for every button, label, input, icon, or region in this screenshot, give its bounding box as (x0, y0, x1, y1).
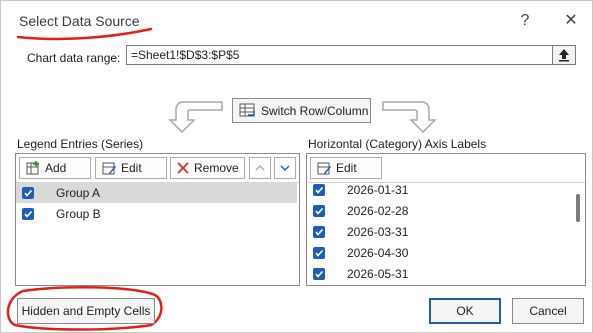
legend-item-group-b[interactable]: Group B (16, 203, 297, 224)
cancel-button[interactable]: Cancel (512, 298, 584, 324)
chevron-up-icon (255, 164, 265, 171)
edit-series-button[interactable]: Edit (95, 157, 167, 179)
remove-x-icon (177, 162, 189, 174)
axis-item[interactable]: 2026-03-31 (307, 221, 567, 242)
switch-left-arrow-icon (168, 101, 223, 134)
axis-item-label: 2026-01-31 (347, 182, 409, 197)
ok-button[interactable]: OK (429, 298, 501, 324)
move-down-button[interactable] (274, 157, 296, 179)
axis-item-label: 2026-04-30 (347, 245, 409, 260)
axis-item-label: 2026-03-31 (347, 224, 409, 239)
edit-axis-labels-button[interactable]: Edit (310, 157, 382, 179)
add-series-button[interactable]: Add (19, 157, 91, 179)
checkbox-checked-icon[interactable] (313, 183, 325, 196)
remove-series-button[interactable]: Remove (170, 157, 245, 179)
axis-item-label: 2026-02-28 (347, 203, 409, 218)
axis-list-scrollbar[interactable] (573, 186, 583, 283)
legend-item-label: Group B (56, 206, 101, 221)
edit-icon (317, 162, 331, 175)
collapse-range-button[interactable] (552, 45, 576, 65)
axis-item[interactable]: 2026-04-30 (307, 242, 567, 263)
edit-series-label: Edit (121, 161, 142, 175)
select-data-source-dialog: Select Data Source ? ✕ Chart data range:… (0, 0, 593, 333)
axis-item-label: 2026-05-31 (347, 266, 409, 281)
scrollbar-thumb[interactable] (576, 194, 580, 222)
checkbox-checked-icon[interactable] (313, 225, 325, 238)
checkbox-checked-icon[interactable] (313, 246, 325, 259)
legend-item-group-a[interactable]: Group A (16, 182, 297, 203)
chart-data-range-label: Chart data range: (27, 51, 121, 65)
close-button[interactable]: ✕ (557, 9, 585, 33)
red-underline-annotation (16, 27, 153, 41)
remove-series-label: Remove (194, 161, 239, 175)
legend-entries-heading: Legend Entries (Series) (17, 137, 144, 151)
edit-axis-labels-label: Edit (336, 161, 357, 175)
axis-item[interactable]: 2026-05-31 (307, 263, 567, 284)
axis-item[interactable]: 2026-01-31 (307, 179, 567, 200)
checkbox-checked-icon[interactable] (313, 204, 325, 217)
checkbox-checked-icon[interactable] (22, 207, 34, 220)
move-up-button[interactable] (249, 157, 271, 179)
legend-entries-panel: Add Edit Remove Group A Group B (15, 153, 300, 286)
switch-row-column-button[interactable]: Switch Row/Column (232, 98, 371, 123)
edit-icon (102, 162, 116, 175)
checkbox-checked-icon[interactable] (22, 186, 34, 199)
axis-labels-panel: Edit 2026-01-31 2026-02-28 2026-03-31 20… (306, 153, 586, 286)
add-icon (26, 161, 39, 175)
axis-item[interactable]: 2026-02-28 (307, 200, 567, 221)
chart-data-range-input[interactable]: =Sheet1!$D$3:$P$5 (126, 45, 576, 65)
checkbox-checked-icon[interactable] (313, 267, 325, 280)
chevron-down-icon (280, 165, 290, 172)
axis-labels-heading: Horizontal (Category) Axis Labels (308, 137, 487, 151)
add-series-label: Add (45, 161, 67, 175)
switch-right-arrow-icon (382, 101, 437, 134)
hidden-empty-cells-button[interactable]: Hidden and Empty Cells (17, 298, 155, 324)
switch-grid-icon (239, 103, 255, 116)
upload-arrow-icon (559, 49, 569, 62)
help-button[interactable]: ? (511, 9, 539, 33)
legend-item-label: Group A (56, 185, 101, 200)
switch-row-column-label: Switch Row/Column (261, 103, 369, 118)
